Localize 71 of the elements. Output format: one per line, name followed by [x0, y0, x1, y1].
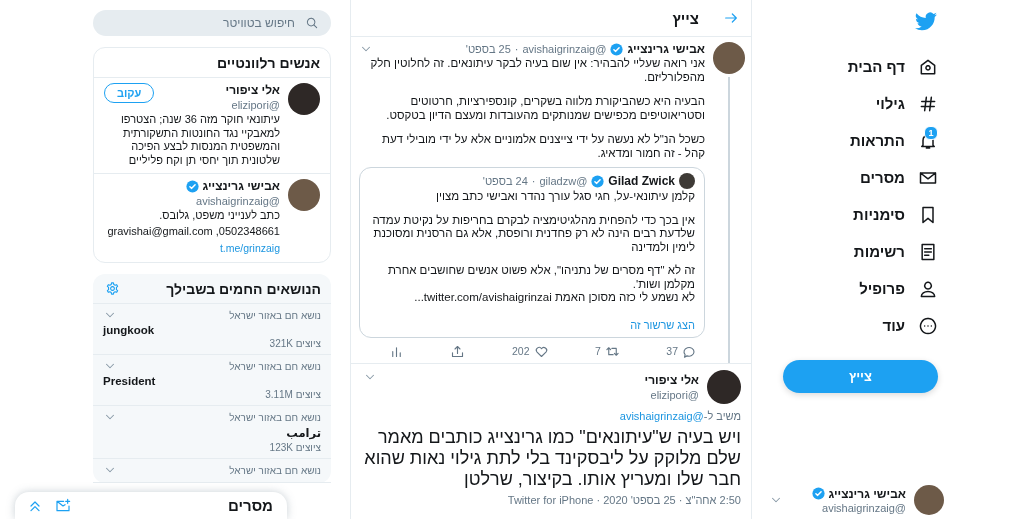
author-handle[interactable]: @avishaigrinzaig	[522, 43, 607, 55]
tweet-timestamp: 2:50 אחה"צ · 25 בספט' 2020 · Twitter for iPhone	[506, 493, 741, 506]
trend-item[interactable]: נושא חם באזור ישראל	[93, 459, 331, 483]
quoted-tweet-card[interactable]	[359, 167, 705, 338]
trend-context: נושא חם באזור ישראל	[229, 464, 321, 476]
tweet-text: הבעיה היא כשהביקורת מלווה בשקרים, קונספירציות, חרטוטים וסטריאוטיפים מכפישים שמנותקים מהעובדות ומעצם הדיון בטקסט.	[385, 95, 705, 122]
author-handle[interactable]: @elizipori	[644, 388, 699, 401]
user-handle: @avishaigrinzaig	[195, 195, 280, 207]
user-handle: @elizipori	[230, 99, 280, 111]
avatar[interactable]	[288, 83, 320, 115]
settings-icon[interactable]	[105, 281, 120, 296]
nav-item[interactable]: סימניות	[853, 196, 938, 233]
nav-item[interactable]: רשימות	[853, 233, 938, 270]
share-icon[interactable]	[450, 343, 466, 359]
separator-dot: ·	[514, 43, 519, 55]
avatar	[679, 173, 695, 189]
user-name[interactable]: אבישי גרינצייג	[202, 179, 280, 193]
user-bio: 0502348661, gravishai@gmail.com	[106, 224, 280, 238]
tweet-text: ויש בעיה ש"עיתונאים" כמו גרינצייג כותבים מאמר שלם מלוקק על ליבסקינד בלי לתת גילוי נאות שהוא חבר שלו ומעריץ אותו. בקיצור, שרלטן	[363, 426, 741, 490]
tweet-count: ציוצים 321K	[268, 338, 321, 349]
tweet-text: כשכל הנ"ל לא נעשה על ידי צייצנים אלמוניים אלא על ידי מובילי דעת קהל - זה חמור ומדאיג.	[380, 133, 705, 160]
back-arrow-icon[interactable]	[723, 10, 739, 26]
avatar[interactable]	[288, 179, 320, 211]
trend-context: נושא חם באזור ישראל	[229, 411, 321, 423]
more-icon	[918, 315, 938, 336]
page-title: צייץ	[672, 9, 699, 27]
trend-context: נושא חם באזור ישראל	[229, 360, 321, 372]
trend-item[interactable]: נושא חם באזור ישראל ترامب ציוצים 123K	[93, 406, 331, 459]
quoted-tweet-text: קלמן עיתונאי-על, חגי סגל עורך נהדר ואבישי כתב מצוין	[435, 190, 695, 204]
nav-item[interactable]: מסרים	[859, 159, 938, 196]
avatar	[914, 485, 944, 515]
avatar[interactable]	[713, 42, 745, 74]
tweet-date[interactable]: 25 בספט'	[465, 43, 511, 55]
quoted-tweet-text: אין בכך כדי להפחית מהלגיטימציה לבקרם בחריפות על נקיטת עמדה שלדעת רבים הינה לא רק פחדנית ורופסת, אלא גם הרסנית ומסוכנת לימין ולמדינה	[371, 213, 695, 254]
search-field[interactable]: חיפוש בטוויטר	[93, 10, 331, 36]
user-bio: עיתונאי חוקר מזה 36 שנה; הצטרפו למאבקיי נגד החונטות התשקורתית והמשפטית המנסות לבצע הפיכה שלטונית תוך יחסי תן וקח פליליים	[120, 113, 280, 167]
account-name: אבישי גרינצייג	[828, 486, 906, 501]
retweet-action[interactable]: 7	[595, 343, 620, 359]
author-name: Gilad Zwick	[608, 174, 675, 188]
search-icon	[305, 16, 319, 30]
tweet-count: ציוצים 123K	[268, 442, 321, 453]
author-name[interactable]: אבישי גרינצייג	[627, 42, 705, 56]
trend-name: jungkook	[103, 324, 156, 336]
tweet-count: ציוצים 3.11M	[264, 389, 321, 400]
trend-name: ترامب	[285, 426, 321, 440]
reply-label: משיב ל-	[703, 409, 741, 422]
section-title: הנושאים החמים בשבילך	[165, 280, 322, 299]
tweet-date: 24 בספט'	[482, 175, 528, 187]
user-name[interactable]: אלי ציפורי	[225, 83, 280, 97]
nav-item[interactable]: פרופיל	[859, 270, 938, 307]
author-name[interactable]: אלי ציפורי	[644, 372, 699, 387]
avatar[interactable]	[707, 369, 741, 404]
account-handle: @avishaigrinzaig	[821, 501, 906, 514]
nav-item[interactable]: דף הבית	[847, 48, 938, 85]
separator-dot: ·	[531, 175, 536, 187]
tweet-text: אני רואה שעליי להבהיר: אין שום בעיה לבקר עיתונאים. זה לחלוטין חלק מהפלורליזם.	[369, 57, 705, 84]
author-handle: @giladzw	[539, 175, 588, 187]
quoted-tweet-text: זה לא "דף מסרים של נתניהו", אלא פשוט אנשים שחושבים אחרת מקלמן ושות'. לא נשמע לי כזה מסוכן האמת twitter.com/avishaigrinzai...	[386, 264, 695, 305]
drawer-title: מסרים	[227, 497, 273, 514]
messages-drawer[interactable]: מסרים	[15, 492, 287, 519]
notification-count: 1	[924, 125, 938, 140]
nav-item[interactable]: עוד	[882, 307, 938, 344]
nav-item[interactable]: גילוי	[875, 85, 938, 122]
trend-context: נושא חם באזור ישראל	[229, 309, 321, 321]
user-bio: כתב לענייני משפט, גלובס.	[158, 209, 280, 223]
reply-action[interactable]: 37	[666, 343, 697, 359]
new-message-icon[interactable]	[55, 497, 71, 514]
trend-name: President	[103, 375, 157, 387]
like-action[interactable]: 202	[511, 343, 549, 359]
list-icon	[918, 241, 938, 262]
section-title: אנשים רלוונטיים	[216, 54, 321, 73]
